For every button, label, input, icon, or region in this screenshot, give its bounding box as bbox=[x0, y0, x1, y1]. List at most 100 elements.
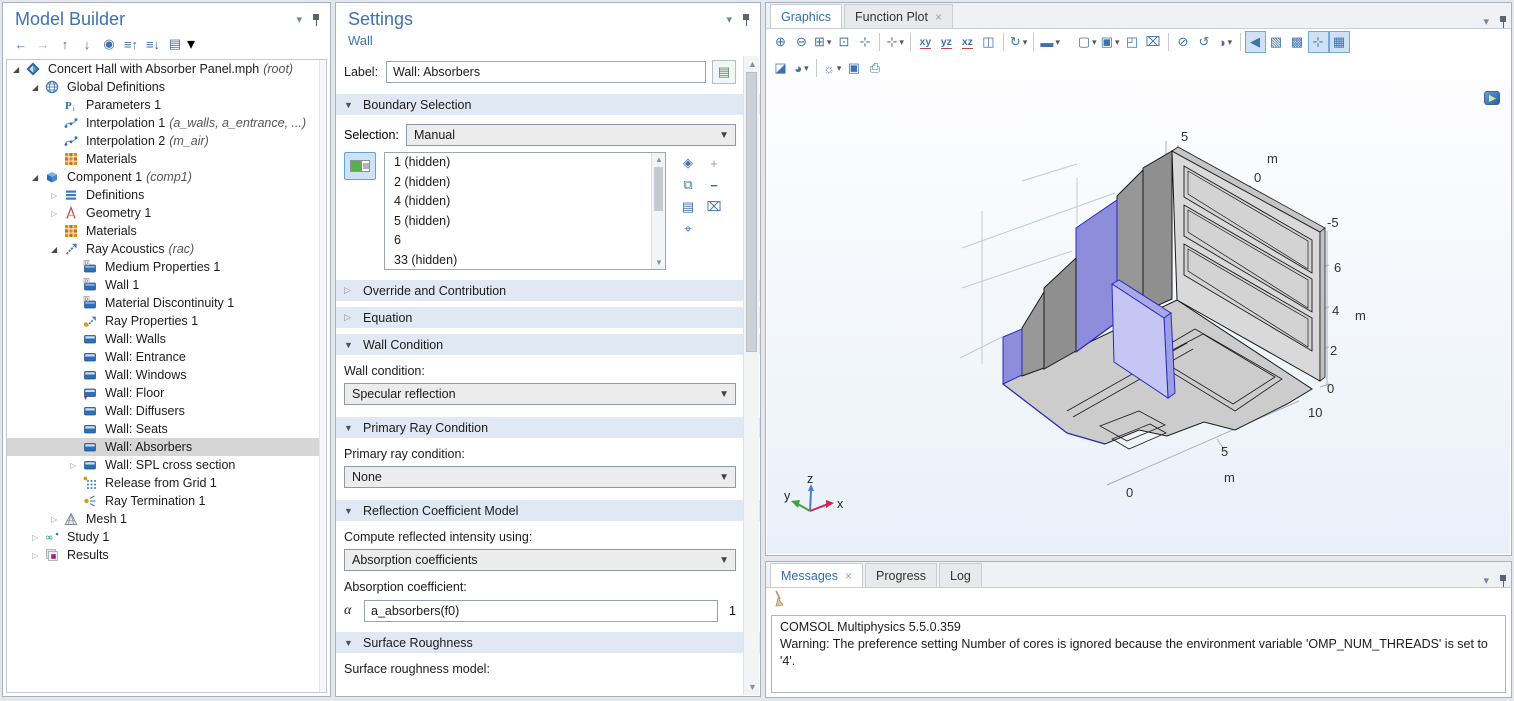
tree-item[interactable]: Wall: Floor bbox=[7, 384, 326, 402]
graphics-context-button[interactable] bbox=[1484, 91, 1500, 105]
tab-log[interactable]: Log bbox=[939, 563, 982, 587]
clear-selection-button[interactable]: ⌧ bbox=[707, 199, 722, 215]
clear-selection-graphics-button[interactable]: ⌧ bbox=[1143, 31, 1164, 53]
zoom-in-button[interactable]: ⊕ bbox=[770, 31, 791, 53]
selection-list-item[interactable]: 2 (hidden) bbox=[385, 173, 665, 193]
paste-selection-button[interactable]: ▤ bbox=[682, 199, 694, 215]
add-to-selection-button[interactable]: + bbox=[710, 156, 718, 171]
pin-icon[interactable] bbox=[312, 14, 320, 26]
print-button[interactable]: ⎙ bbox=[864, 57, 885, 79]
move-up-button[interactable]: ↑ bbox=[55, 35, 75, 53]
wall-condition-dropdown[interactable]: Specular reflection ▼ bbox=[344, 383, 736, 405]
collapse-arrow-icon[interactable]: ◢ bbox=[51, 245, 64, 254]
show-button[interactable]: ◉ bbox=[99, 35, 119, 53]
primary-ray-dropdown[interactable]: None ▼ bbox=[344, 466, 736, 488]
tab-graphics[interactable]: Graphics bbox=[770, 4, 842, 28]
expand-arrow-icon[interactable]: ▷ bbox=[32, 551, 45, 560]
expand-arrow-icon[interactable]: ▷ bbox=[32, 533, 45, 542]
tree-item[interactable]: Wall: Diffusers bbox=[7, 402, 326, 420]
zoom-extents-button[interactable]: ⊡ bbox=[833, 31, 854, 53]
selection-list-item[interactable]: 6 bbox=[385, 231, 665, 251]
view-wireframe-button[interactable]: ▩ bbox=[1287, 31, 1308, 53]
tree-item[interactable]: Wall: Windows bbox=[7, 366, 326, 384]
scrollbar-thumb[interactable] bbox=[654, 167, 663, 211]
tree-item[interactable]: DMaterial Discontinuity 1 bbox=[7, 294, 326, 312]
pin-icon[interactable] bbox=[742, 14, 750, 26]
collapse-arrow-icon[interactable]: ◢ bbox=[32, 173, 45, 182]
rotate-button[interactable]: ↻▾ bbox=[1008, 31, 1029, 53]
pin-icon[interactable] bbox=[1499, 16, 1507, 28]
tree-item[interactable]: ◢Component 1(comp1) bbox=[7, 168, 326, 186]
select-boundaries-button[interactable]: ▢▾ bbox=[1076, 31, 1099, 53]
reflection-dropdown[interactable]: Absorption coefficients ▼ bbox=[344, 549, 736, 571]
label-input[interactable] bbox=[386, 61, 706, 83]
expand-arrow-icon[interactable]: ▷ bbox=[70, 461, 83, 470]
concert-hall-model[interactable]: 5 m 0 -5 6 4 m 2 0 10 5 m 0 bbox=[767, 81, 1512, 556]
section-wall-condition[interactable]: ▼ Wall Condition bbox=[336, 334, 760, 355]
tree-item[interactable]: DWall 1 bbox=[7, 276, 326, 294]
tree-item[interactable]: ▷Geometry 1 bbox=[7, 204, 326, 222]
tree-item[interactable]: ◢Concert Hall with Absorber Panel.mph(ro… bbox=[7, 60, 326, 78]
selection-list-item[interactable]: 5 (hidden) bbox=[385, 212, 665, 232]
sound-feedback-button[interactable]: ◀ bbox=[1245, 31, 1266, 53]
update-plot-button[interactable]: ☼▾ bbox=[821, 57, 843, 79]
close-icon[interactable]: × bbox=[935, 10, 942, 24]
tree-item[interactable]: Materials bbox=[7, 150, 326, 168]
tree-item[interactable]: Release from Grid 1 bbox=[7, 474, 326, 492]
back-button[interactable]: ← bbox=[11, 35, 31, 53]
tree-item[interactable]: DMedium Properties 1 bbox=[7, 258, 326, 276]
hide-objects-button[interactable]: ⊘ bbox=[1173, 31, 1194, 53]
tree-item[interactable]: ▷Wall: SPL cross section bbox=[7, 456, 326, 474]
view-xz-button[interactable]: xz bbox=[957, 31, 978, 53]
remove-from-selection-button[interactable]: − bbox=[710, 178, 718, 193]
tree-item[interactable]: PiParameters 1 bbox=[7, 96, 326, 114]
tree-item[interactable]: ◢Global Definitions bbox=[7, 78, 326, 96]
create-selection-button[interactable]: ◈ bbox=[683, 155, 693, 171]
selection-dropdown[interactable]: Manual ▼ bbox=[406, 124, 736, 146]
view-yz-button[interactable]: yz bbox=[936, 31, 957, 53]
tree-item[interactable]: Wall: Seats bbox=[7, 420, 326, 438]
select-all-button[interactable]: ◰ bbox=[1122, 31, 1143, 53]
active-toggle-button[interactable] bbox=[344, 152, 376, 180]
settings-scrollbar[interactable]: ▲ ▼ bbox=[743, 56, 759, 695]
image-snapshot-button[interactable]: ▣ bbox=[843, 57, 864, 79]
tree-item[interactable]: ▷Definitions bbox=[7, 186, 326, 204]
hide-geometry-button[interactable]: ◪ bbox=[770, 57, 791, 79]
tree-item[interactable]: ◢Ray Acoustics(rac) bbox=[7, 240, 326, 258]
tree-item[interactable]: Materials bbox=[7, 222, 326, 240]
deselect-boundaries-button[interactable]: ▣▾ bbox=[1099, 31, 1122, 53]
tab-function-plot[interactable]: Function Plot× bbox=[844, 4, 953, 28]
selected-absorber-wall-small[interactable] bbox=[1003, 329, 1022, 384]
zoom-out-button[interactable]: ⊖ bbox=[791, 31, 812, 53]
pin-icon[interactable] bbox=[1499, 575, 1507, 587]
projection-button[interactable]: ◫ bbox=[978, 31, 999, 53]
3d-scene[interactable]: 5 m 0 -5 6 4 m 2 0 10 5 m 0 bbox=[767, 81, 1510, 554]
expand-arrow-icon[interactable]: ▷ bbox=[51, 209, 64, 218]
show-grid-button[interactable]: ▦ bbox=[1329, 31, 1350, 53]
go-to-default-view-button[interactable]: ⊹▾ bbox=[884, 31, 905, 53]
scroll-down-icon[interactable]: ▼ bbox=[748, 682, 757, 692]
collapse-arrow-icon[interactable]: ◢ bbox=[32, 83, 45, 92]
orientation-triad-button[interactable]: ⊹ bbox=[1308, 31, 1329, 53]
tree-item[interactable]: Interpolation 1(a_walls, a_entrance, ...… bbox=[7, 114, 326, 132]
tree-item[interactable]: ▷∞Study 1 bbox=[7, 528, 326, 546]
panel-menu-icon[interactable]: ▾ bbox=[1483, 15, 1489, 28]
visibility-options-button[interactable]: ◑▾ bbox=[1215, 31, 1236, 53]
section-primary-ray[interactable]: ▼ Primary Ray Condition bbox=[336, 417, 760, 438]
tree-item[interactable]: Wall: Entrance bbox=[7, 348, 326, 366]
clear-messages-button[interactable] bbox=[772, 590, 788, 608]
scroll-up-icon[interactable]: ▲ bbox=[655, 155, 663, 164]
expand-arrow-icon[interactable]: ▷ bbox=[51, 515, 64, 524]
section-reflection-model[interactable]: ▼ Reflection Coefficient Model bbox=[336, 500, 760, 521]
collapse-arrow-icon[interactable]: ◢ bbox=[13, 65, 26, 74]
expand-arrow-icon[interactable]: ▷ bbox=[51, 191, 64, 200]
forward-button[interactable]: → bbox=[33, 35, 53, 53]
move-down-button[interactable]: ↓ bbox=[77, 35, 97, 53]
zoom-to-selection-view-button[interactable]: ⊹ bbox=[854, 31, 875, 53]
selection-list-item[interactable]: 33 (hidden) bbox=[385, 251, 665, 271]
section-surface-roughness[interactable]: ▼ Surface Roughness bbox=[336, 632, 760, 653]
scene-color-button[interactable]: ◕▾ bbox=[791, 57, 812, 79]
view-faces-button[interactable]: ▧ bbox=[1266, 31, 1287, 53]
selection-list-scrollbar[interactable]: ▲ ▼ bbox=[651, 153, 665, 269]
tree-item[interactable]: Wall: Absorbers bbox=[7, 438, 326, 456]
